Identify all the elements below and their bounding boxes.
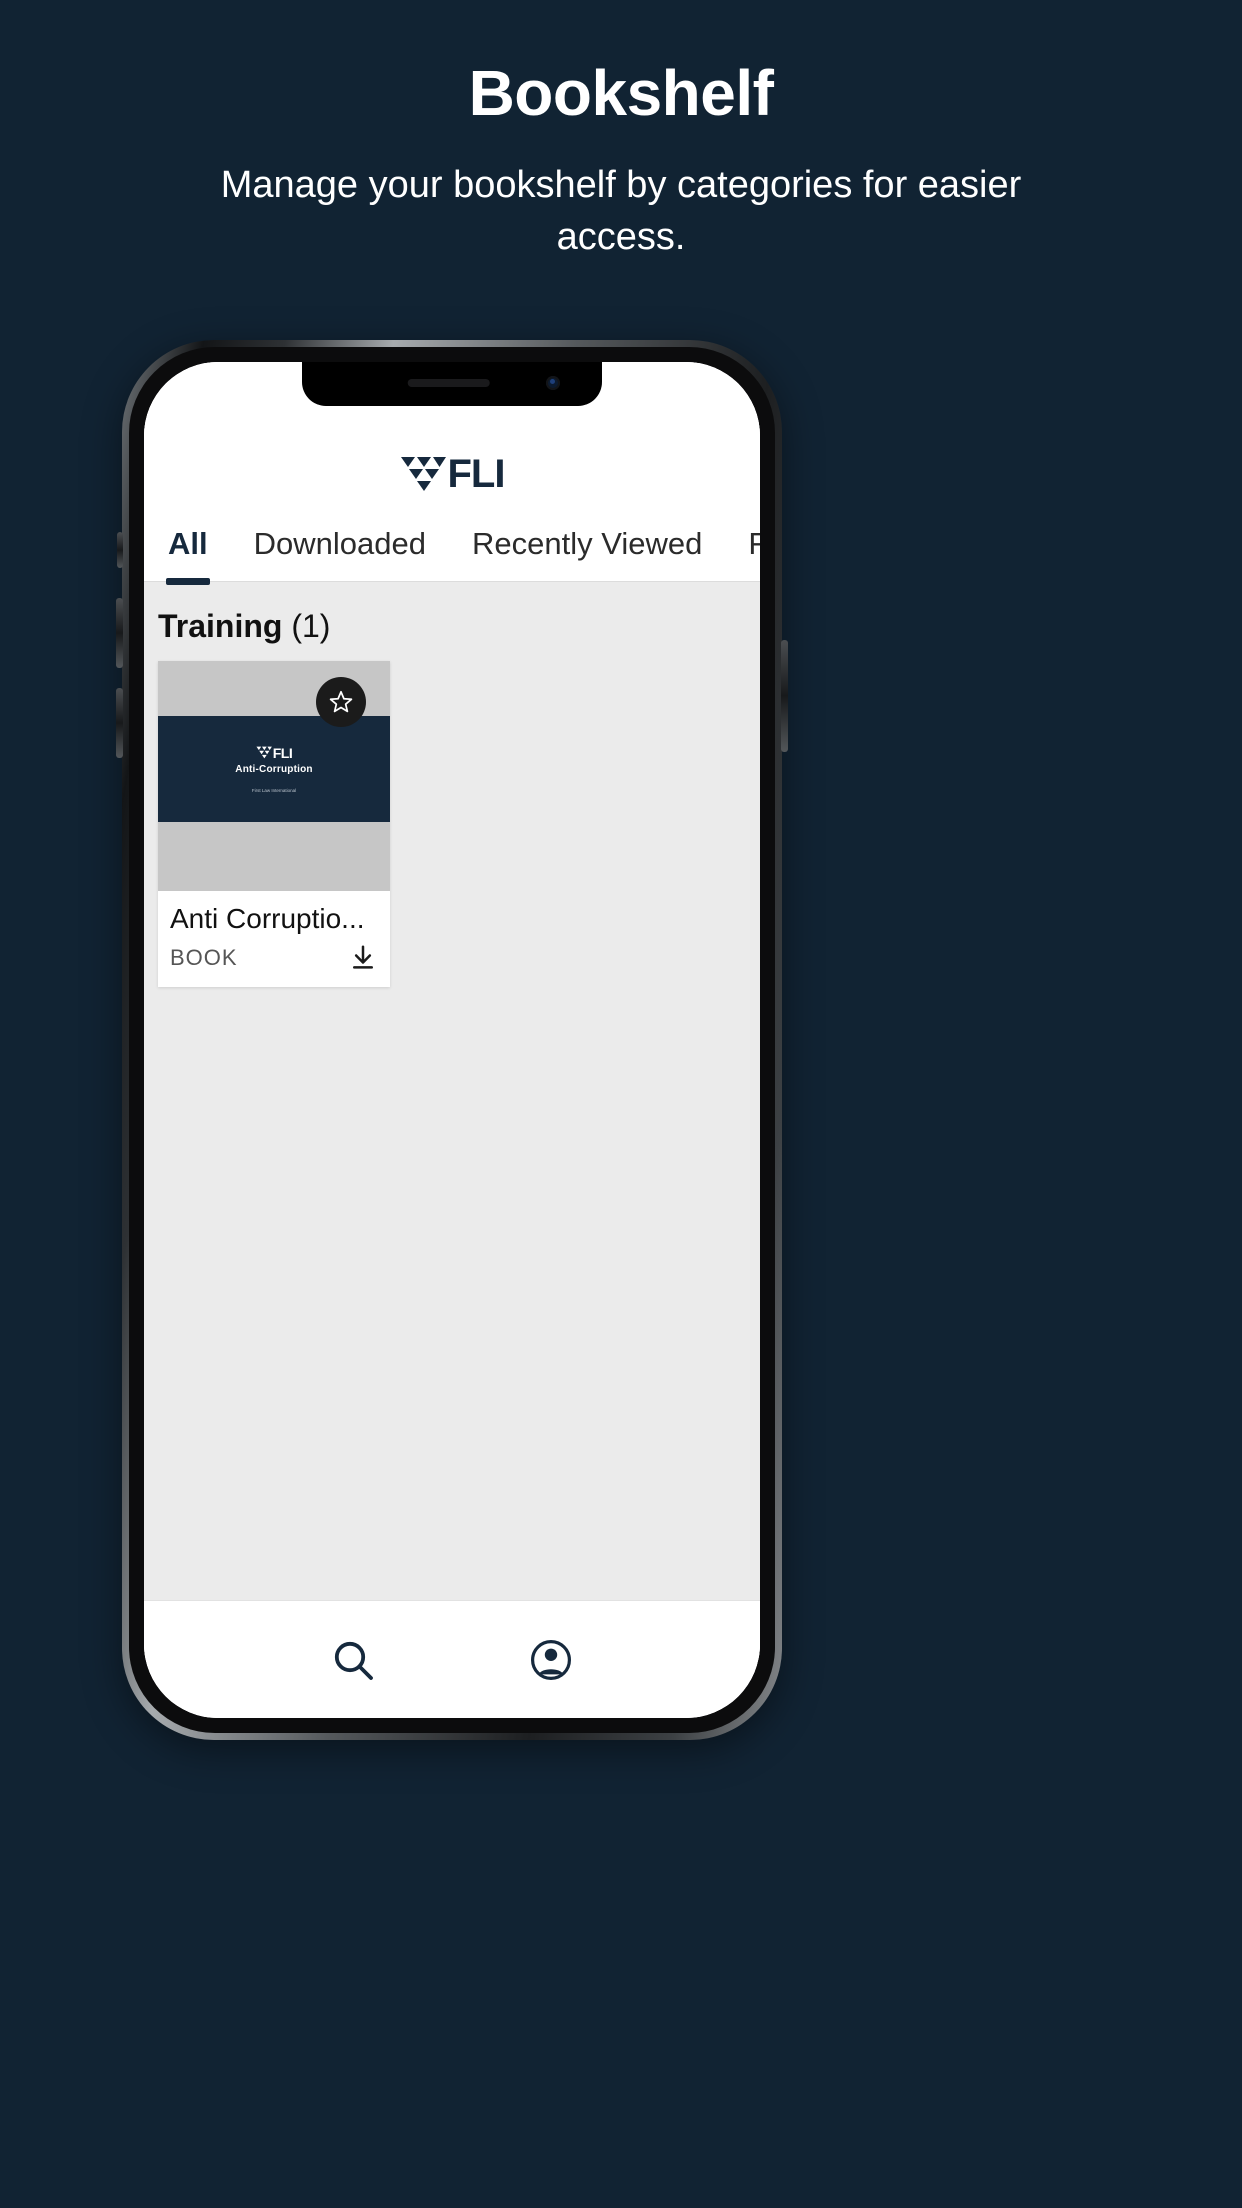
cover-logo-text: FLI: [272, 744, 293, 761]
section-count: (1): [291, 608, 331, 644]
section-name: Training: [158, 608, 283, 644]
front-camera: [546, 376, 560, 390]
tab-downloaded[interactable]: Downloaded: [254, 526, 426, 566]
phone-mockup: FLI All Downloaded Recently Viewed Favou…: [116, 340, 788, 1740]
star-icon: [329, 690, 353, 713]
book-cover-preview: FLI Anti-Corruption First Law Internatio…: [158, 716, 390, 822]
silent-switch: [117, 532, 123, 568]
volume-up-button: [116, 598, 123, 668]
tab-recently-viewed[interactable]: Recently Viewed: [472, 526, 702, 566]
download-icon[interactable]: [348, 943, 378, 973]
category-tabbar[interactable]: All Downloaded Recently Viewed Favou: [144, 510, 760, 585]
power-button: [781, 640, 788, 752]
app-root: FLI All Downloaded Recently Viewed Favou…: [144, 362, 760, 1718]
fli-chevron-mark-icon: [400, 457, 446, 491]
page-subtitle: Manage your bookshelf by categories for …: [220, 164, 1022, 258]
book-meta: BOOK: [170, 943, 378, 973]
phone-bezel: FLI All Downloaded Recently Viewed Favou…: [129, 347, 775, 1733]
earpiece-speaker: [407, 379, 490, 387]
section-header: Training (1): [158, 608, 760, 645]
cover-title: Anti-Corruption: [235, 763, 313, 775]
book-title: Anti Corruptio...: [170, 903, 365, 934]
fli-logo-text: FLI: [447, 452, 506, 496]
cover-chevron-mark-icon: [256, 746, 272, 759]
page-title: Bookshelf: [468, 57, 774, 129]
book-type: BOOK: [170, 945, 238, 970]
book-info: Anti Corruptio... BOOK: [158, 891, 390, 987]
phone-frame: FLI All Downloaded Recently Viewed Favou…: [116, 340, 788, 1740]
bottom-navigation[interactable]: [144, 1600, 760, 1718]
phone-notch: [302, 362, 602, 406]
promo-header: Bookshelf Manage your bookshelf by categ…: [0, 0, 1242, 263]
phone-screen: FLI All Downloaded Recently Viewed Favou…: [144, 362, 760, 1718]
tab-all[interactable]: All: [166, 526, 210, 585]
search-icon[interactable]: [329, 1636, 377, 1684]
fli-logo: FLI: [400, 454, 505, 494]
profile-icon[interactable]: [527, 1636, 575, 1684]
book-card[interactable]: FLI Anti-Corruption First Law Internatio…: [158, 661, 390, 987]
tab-favourites[interactable]: Favou: [748, 526, 760, 566]
bookshelf-content: Training (1) FLI Anti-Corruption First L…: [144, 582, 760, 1600]
cover-fli-logo: FLI: [256, 746, 293, 760]
book-thumbnail[interactable]: FLI Anti-Corruption First Law Internatio…: [158, 661, 390, 891]
cover-footer: First Law International: [251, 787, 297, 793]
volume-down-button: [116, 688, 123, 758]
favourite-button[interactable]: [316, 677, 366, 727]
